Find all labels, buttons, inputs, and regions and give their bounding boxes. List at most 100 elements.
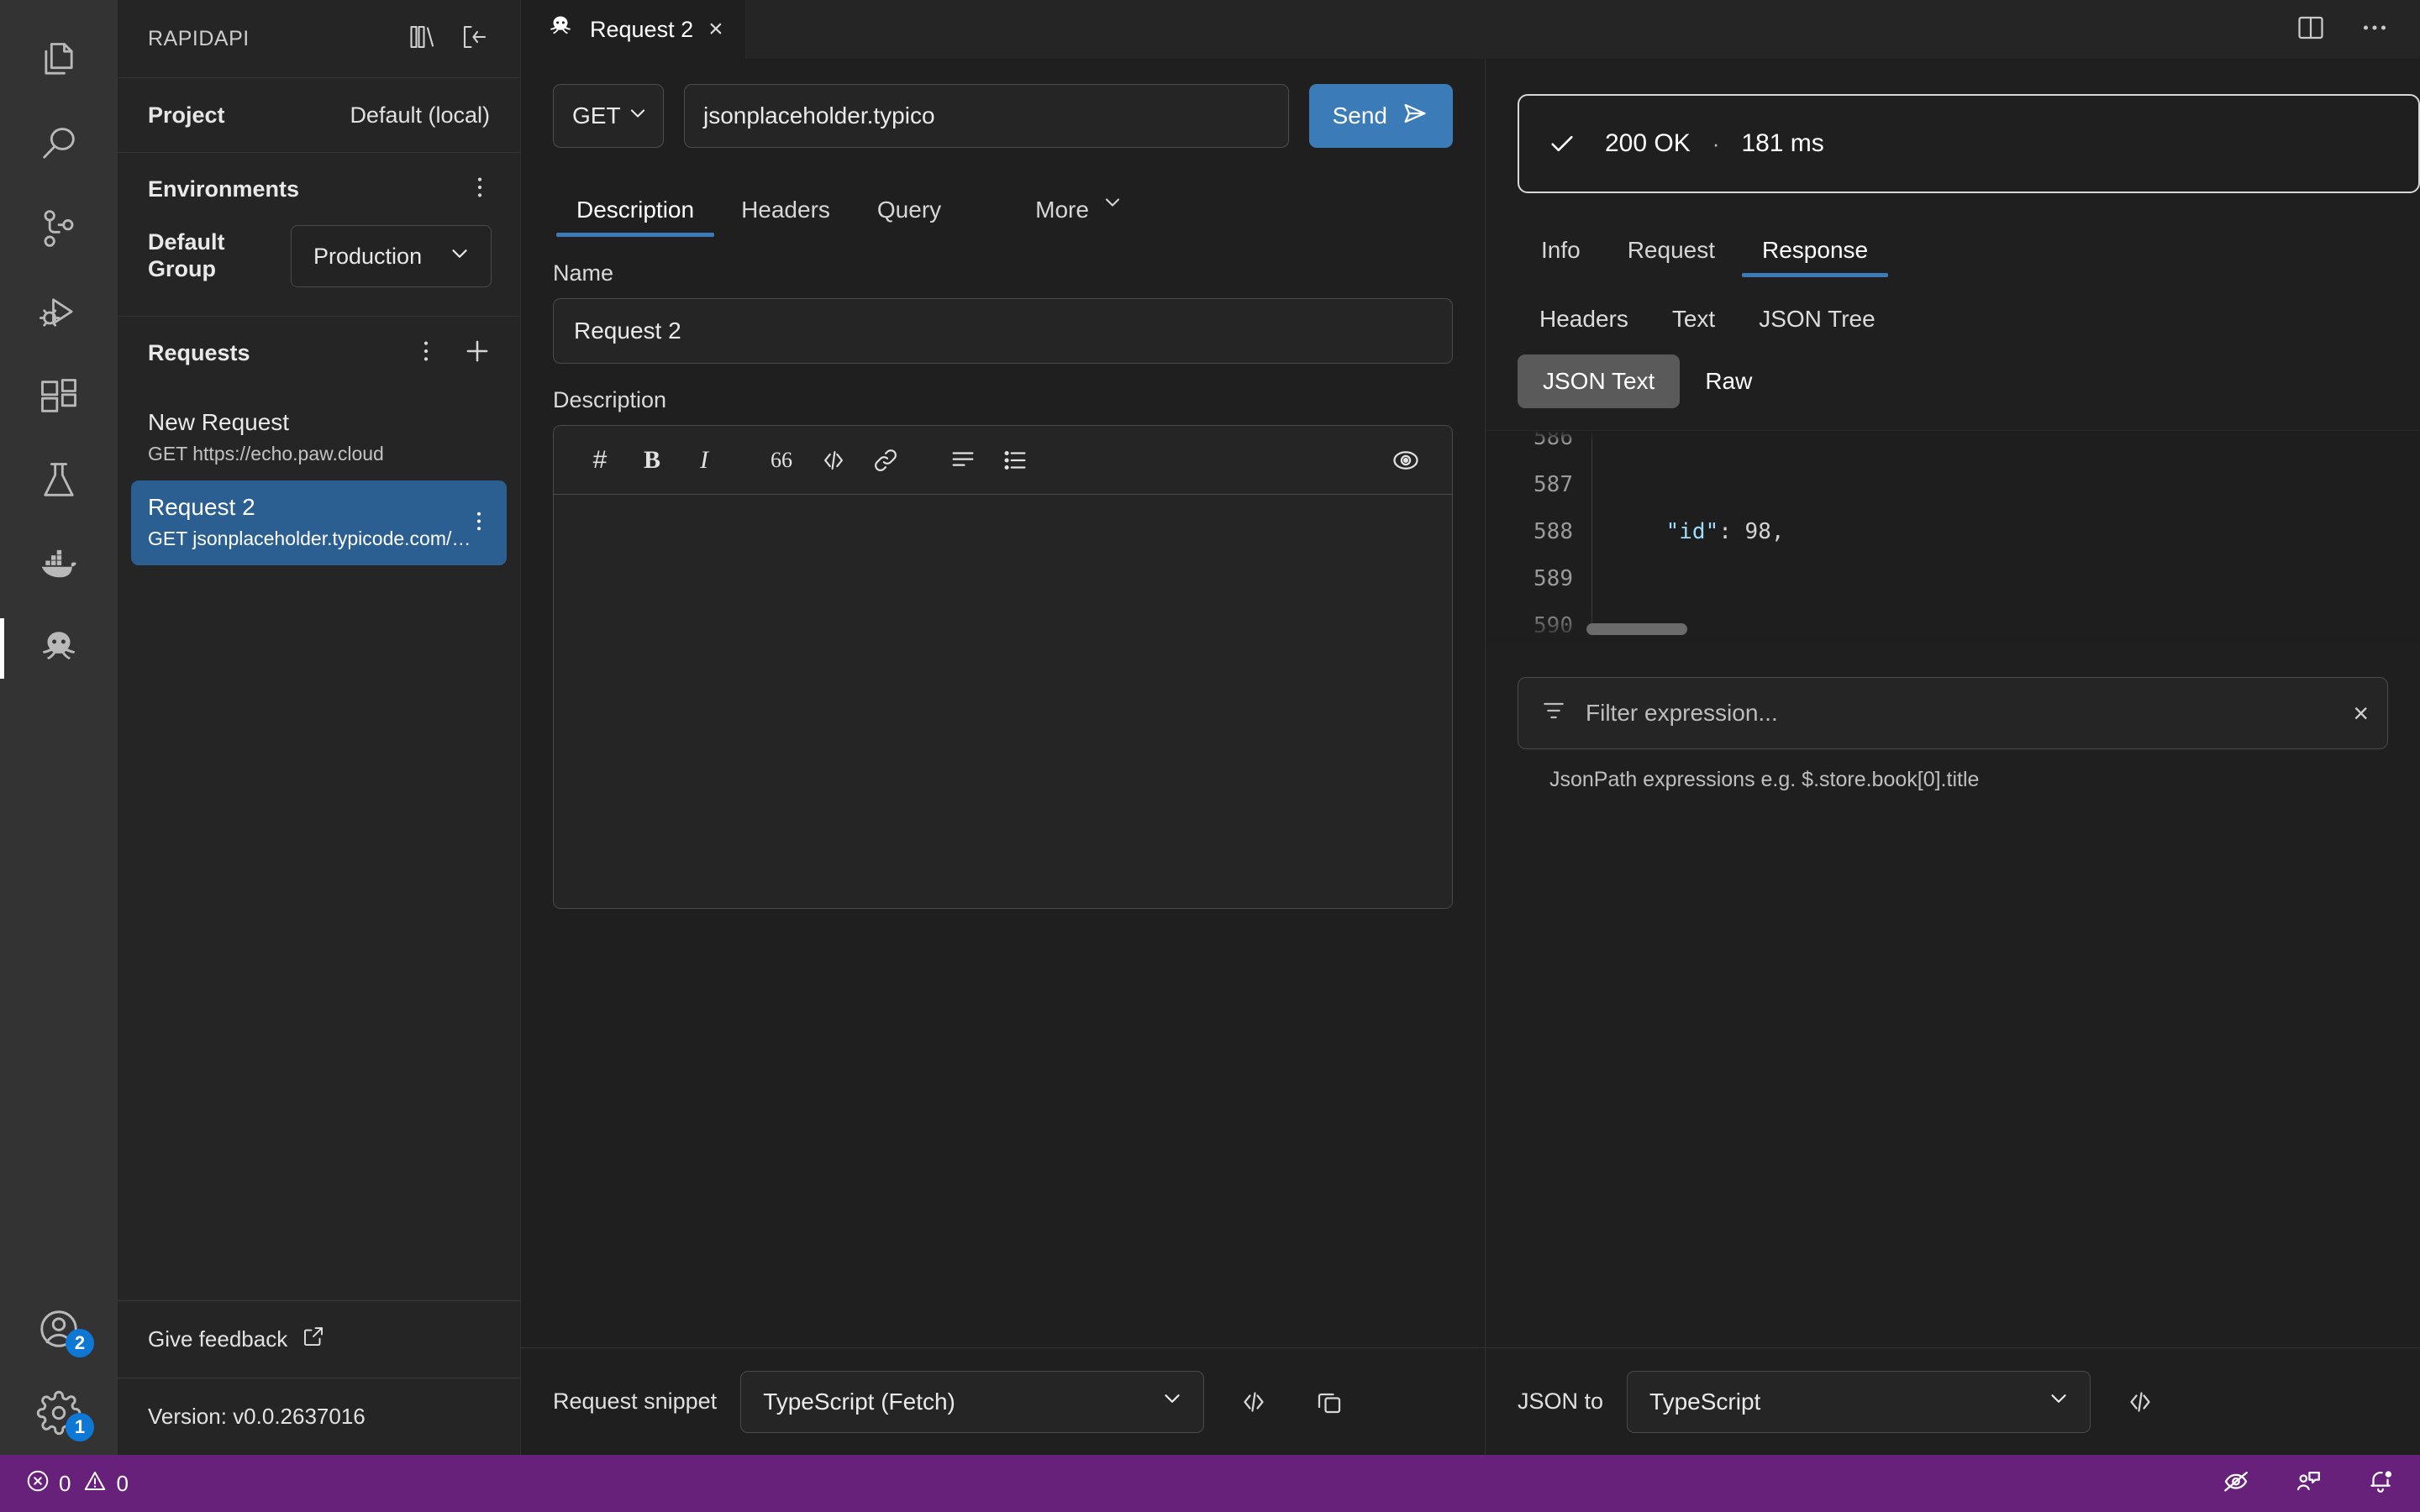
- description-textarea[interactable]: [554, 495, 1452, 908]
- copy-icon[interactable]: [1303, 1376, 1355, 1428]
- octopus-icon: [546, 13, 575, 47]
- chevron-down-icon: [2046, 1386, 2071, 1417]
- library-icon[interactable]: [408, 22, 438, 56]
- response-tabs: Info Request Response: [1486, 193, 2420, 277]
- code-icon[interactable]: [808, 434, 860, 486]
- more-actions-icon[interactable]: [466, 174, 493, 205]
- request-list-item-selected[interactable]: Request 2 GET jsonplaceholder.typicode.c…: [131, 480, 507, 565]
- feedback-person-icon[interactable]: [2294, 1467, 2323, 1501]
- link-icon[interactable]: [860, 434, 912, 486]
- environment-select[interactable]: Production: [291, 225, 492, 287]
- quote-icon[interactable]: 66: [755, 434, 808, 486]
- environments-actions: [466, 174, 493, 205]
- response-code-viewer[interactable]: 586 587 588 589 590 591 592 593 594: [1486, 430, 2420, 640]
- sidebar-title: RAPIDAPI: [148, 26, 250, 50]
- tab-query-label: Query: [876, 197, 942, 223]
- snippet-code-icon[interactable]: [1228, 1376, 1280, 1428]
- code-fade-top: [1486, 431, 2420, 443]
- line-number: 587: [1534, 472, 1573, 497]
- tab-info-label: Info: [1541, 237, 1581, 263]
- send-button[interactable]: Send: [1308, 84, 1453, 148]
- snippet-language-value: TypeScript (Fetch): [763, 1388, 955, 1415]
- extensions-icon: [37, 375, 81, 418]
- project-row[interactable]: Project Default (local): [118, 78, 520, 152]
- subtab-headers[interactable]: Headers: [1518, 296, 1650, 343]
- url-input[interactable]: jsonplaceholder.typico: [684, 84, 1289, 148]
- requests-section: Requests New Request GET https://echo.pa…: [118, 316, 520, 565]
- activitybar-item-source-control[interactable]: [0, 186, 118, 270]
- request-list-item[interactable]: New Request GET https://echo.paw.cloud: [131, 396, 507, 480]
- subtab-text[interactable]: Text: [1650, 296, 1737, 343]
- give-feedback-row[interactable]: Give feedback: [118, 1300, 520, 1378]
- add-icon[interactable]: [461, 335, 493, 371]
- request-name: Request 2: [148, 494, 255, 520]
- tab-description-label: Description: [576, 197, 695, 223]
- segment-json-text[interactable]: JSON Text: [1518, 354, 1681, 408]
- run-debug-icon: [37, 291, 81, 334]
- align-left-icon[interactable]: [937, 434, 989, 486]
- activitybar-item-search[interactable]: [0, 102, 118, 186]
- response-pane-spacer: [1486, 792, 2420, 1347]
- activitybar-item-run-and-debug[interactable]: [0, 270, 118, 354]
- activitybar-item-extensions[interactable]: [0, 354, 118, 438]
- activitybar-item-accounts[interactable]: 2: [0, 1287, 118, 1371]
- clear-filter-icon[interactable]: ×: [2353, 698, 2369, 729]
- octopus-icon: [36, 626, 82, 671]
- close-icon[interactable]: ×: [708, 15, 723, 44]
- editor-tab-request-2[interactable]: Request 2 ×: [521, 0, 746, 59]
- request-pane: GET jsonplaceholder.typico Send Descript…: [521, 59, 1486, 1455]
- subtab-json-tree[interactable]: JSON Tree: [1737, 296, 1897, 343]
- error-circle-icon: [25, 1468, 50, 1499]
- segment-raw[interactable]: Raw: [1680, 354, 1777, 408]
- warning-triangle-icon: [82, 1468, 108, 1499]
- filter-wrapper: Filter expression... × JsonPath expressi…: [1486, 640, 2420, 792]
- tab-query[interactable]: Query: [854, 166, 965, 237]
- tab-request[interactable]: Request: [1604, 225, 1739, 277]
- accounts-badge: 2: [66, 1329, 94, 1357]
- request-item-more-actions-icon[interactable]: [466, 508, 492, 538]
- environment-select-value: Production: [313, 243, 423, 269]
- tab-info[interactable]: Info: [1518, 225, 1604, 277]
- preview-eye-icon[interactable]: [1380, 434, 1432, 486]
- request-pane-spacer: [521, 909, 1485, 1347]
- activitybar-item-rapidapi[interactable]: [0, 606, 118, 690]
- tab-headers[interactable]: Headers: [718, 166, 854, 237]
- more-actions-icon[interactable]: [413, 338, 439, 369]
- json-convert-code-icon[interactable]: [2114, 1376, 2166, 1428]
- snippet-language-select[interactable]: TypeScript (Fetch): [740, 1370, 1205, 1433]
- heading-icon[interactable]: #: [574, 434, 626, 486]
- split-editor-icon[interactable]: [2296, 13, 2326, 47]
- no-eye-icon[interactable]: [2222, 1467, 2250, 1501]
- response-status-box: 200 OK · 181 ms: [1518, 94, 2420, 193]
- tab-description[interactable]: Description: [553, 166, 718, 237]
- tab-more[interactable]: More: [1012, 166, 1148, 237]
- tab-response-label: Response: [1762, 237, 1869, 263]
- activitybar-item-testing[interactable]: [0, 438, 118, 522]
- editor-tabbar: Request 2 ×: [521, 0, 2420, 59]
- statusbar-warnings-count: 0: [116, 1470, 129, 1496]
- external-link-icon: [301, 1324, 326, 1355]
- sidebar-header-actions: [408, 22, 490, 56]
- editor-panes: GET jsonplaceholder.typico Send Descript…: [521, 59, 2420, 1455]
- request-tabs: Description Headers Query More: [521, 166, 1485, 237]
- code-horizontal-scrollbar[interactable]: [1586, 623, 1687, 635]
- statusbar-warnings[interactable]: 0: [82, 1468, 129, 1499]
- open-panel-icon[interactable]: [460, 22, 490, 56]
- request-name: New Request: [148, 409, 290, 435]
- bullet-list-icon[interactable]: [989, 434, 1041, 486]
- bold-icon[interactable]: B: [626, 434, 678, 486]
- activitybar-item-docker[interactable]: [0, 522, 118, 606]
- name-input[interactable]: Request 2: [553, 298, 1453, 364]
- line-number: 588: [1534, 519, 1573, 544]
- tab-response[interactable]: Response: [1739, 225, 1891, 277]
- activitybar-item-manage[interactable]: 1: [0, 1371, 118, 1455]
- filter-input[interactable]: Filter expression... ×: [1518, 677, 2388, 749]
- activitybar-item-explorer[interactable]: [0, 18, 118, 102]
- json-target-language-select[interactable]: TypeScript: [1627, 1370, 2091, 1433]
- bell-dot-icon[interactable]: [2366, 1467, 2395, 1501]
- statusbar-errors[interactable]: 0: [25, 1468, 71, 1499]
- more-actions-icon[interactable]: [2360, 13, 2390, 47]
- method-select[interactable]: GET: [553, 84, 664, 148]
- italic-icon[interactable]: I: [678, 434, 730, 486]
- environment-group-label: Default Group: [148, 229, 225, 281]
